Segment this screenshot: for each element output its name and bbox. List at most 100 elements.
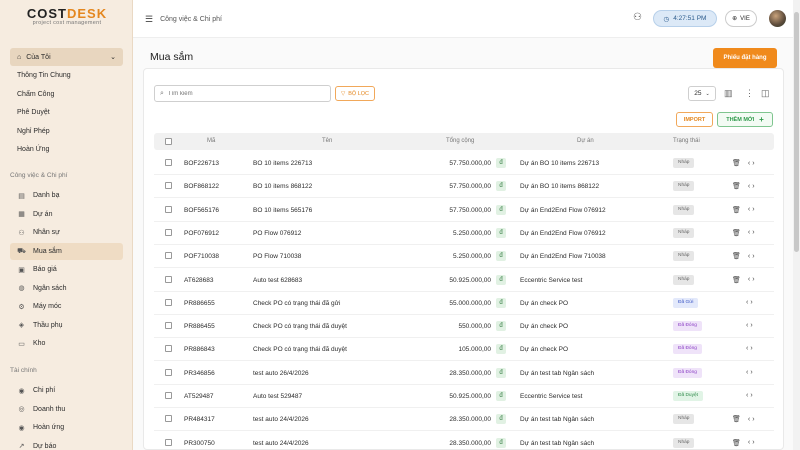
column-header-project[interactable]: Dự án: [577, 138, 594, 144]
row-checkbox[interactable]: [165, 368, 172, 376]
chevron-left-icon[interactable]: ‹: [746, 299, 748, 306]
filter-button[interactable]: ▽ BỘ LỌC: [335, 86, 375, 101]
avatar[interactable]: [769, 10, 786, 27]
row-checkbox[interactable]: [165, 438, 172, 446]
chevron-left-icon[interactable]: ‹: [748, 183, 750, 190]
table-row[interactable]: PR346856 test auto 26/4/2026 28.350.000,00…: [154, 362, 774, 385]
table-row[interactable]: BOF868122 BO 10 items 868122 57.750.000,00…: [154, 175, 774, 199]
chevron-right-icon[interactable]: ›: [750, 322, 752, 329]
search-input[interactable]: [167, 90, 318, 97]
sidebar-item-work-5[interactable]: ◍ Ngân sách: [10, 280, 123, 297]
language-selector[interactable]: ⊕ VIE: [725, 10, 757, 27]
chevron-right-icon[interactable]: ›: [750, 299, 752, 306]
sidebar-item-my-0[interactable]: Thông Tin Chung: [10, 67, 123, 84]
sidebar-item-my-1[interactable]: Chấm Công: [10, 86, 123, 103]
add-new-button[interactable]: THÊM MỚI +: [717, 112, 773, 127]
user-switch-icon[interactable]: ⚇: [633, 12, 642, 23]
sidebar-item-finance-1[interactable]: ◎ Doanh thu: [10, 401, 123, 418]
row-checkbox[interactable]: [165, 228, 172, 236]
row-checkbox[interactable]: [165, 182, 172, 190]
sidebar-item-work-3[interactable]: ⛟ Mua sắm: [10, 242, 123, 260]
select-all-checkbox[interactable]: [165, 138, 172, 145]
row-checkbox[interactable]: [165, 159, 172, 166]
page-scrollbar[interactable]: [793, 0, 800, 450]
cell-code[interactable]: PR484317: [184, 416, 215, 423]
column-header-total[interactable]: Tổng cộng: [446, 138, 474, 144]
chevron-right-icon[interactable]: ›: [752, 439, 754, 446]
scrollbar-thumb[interactable]: [794, 12, 799, 252]
table-row[interactable]: AT628683 Auto test 628683 50.925.000,00 đ Ec…: [154, 269, 774, 292]
menu-collapse-icon[interactable]: ☰: [145, 14, 153, 25]
table-row[interactable]: POF076912 PO Flow 076912 5.250.000,00 đ Dự á…: [154, 222, 774, 245]
column-header-code[interactable]: Mã: [207, 138, 215, 144]
table-row[interactable]: BOF226713 BO 10 items 226713 57.750.000,00…: [154, 152, 774, 175]
sidebar-item-work-0[interactable]: ▤ Danh bạ: [10, 187, 123, 204]
sidebar-item-work-2[interactable]: ⚇ Nhân sự: [10, 224, 123, 241]
cell-code[interactable]: BOF565176: [184, 207, 219, 214]
search-box[interactable]: ⌕: [154, 85, 331, 102]
sidebar-item-finance-3[interactable]: ↗ Dự báo: [10, 438, 123, 450]
chevron-left-icon[interactable]: ‹: [748, 439, 750, 446]
chevron-right-icon[interactable]: ›: [752, 416, 754, 423]
sidebar-item-my-4[interactable]: Hoàn Ứng: [10, 141, 123, 158]
cell-code[interactable]: BOF226713: [184, 160, 219, 167]
table-row[interactable]: POF710038 PO Flow 710038 5.250.000,00 đ Dự á…: [154, 245, 774, 269]
cell-code[interactable]: PR346856: [184, 370, 215, 377]
row-checkbox[interactable]: [165, 415, 172, 423]
cell-code[interactable]: AT529487: [184, 393, 214, 400]
sidebar-item-my-2[interactable]: Phê Duyệt: [10, 104, 123, 121]
sidebar-group-my[interactable]: ⌂ Của Tôi ⌄: [10, 48, 123, 66]
chevron-right-icon[interactable]: ›: [752, 160, 754, 167]
cell-code[interactable]: AT628683: [184, 277, 214, 284]
trash-icon[interactable]: 🗑: [732, 229, 741, 237]
chevron-left-icon[interactable]: ‹: [748, 160, 750, 167]
chevron-left-icon[interactable]: ‹: [748, 229, 750, 236]
purchase-order-button[interactable]: Phiếu đặt hàng: [713, 48, 777, 68]
chevron-right-icon[interactable]: ›: [752, 253, 754, 260]
chevron-right-icon[interactable]: ›: [750, 392, 752, 399]
table-row[interactable]: PR484317 test auto 24/4/2026 28.350.000,00…: [154, 408, 774, 432]
trash-icon[interactable]: 🗑: [732, 206, 741, 214]
row-checkbox[interactable]: [165, 345, 172, 353]
row-checkbox[interactable]: [165, 275, 172, 283]
app-logo[interactable]: COSTDESK project cost management: [22, 6, 112, 26]
chevron-left-icon[interactable]: ‹: [746, 345, 748, 352]
chevron-right-icon[interactable]: ›: [750, 345, 752, 352]
trash-icon[interactable]: 🗑: [732, 159, 741, 167]
split-view-icon[interactable]: ◫: [761, 88, 770, 99]
trash-icon[interactable]: 🗑: [732, 415, 741, 423]
table-row[interactable]: AT529487 Auto test 529487 50.925.000,00 đ Ec…: [154, 385, 774, 408]
sidebar-item-work-1[interactable]: ▦ Dự án: [10, 206, 123, 223]
sidebar-item-finance-0[interactable]: ◉ Chi phí: [10, 382, 123, 399]
sidebar-item-work-8[interactable]: ▭ Kho: [10, 335, 123, 352]
chevron-left-icon[interactable]: ‹: [746, 392, 748, 399]
sidebar-item-work-4[interactable]: ▣ Báo giá: [10, 261, 123, 278]
chevron-left-icon[interactable]: ‹: [748, 206, 750, 213]
chevron-left-icon[interactable]: ‹: [748, 416, 750, 423]
trash-icon[interactable]: 🗑: [732, 252, 741, 260]
cell-code[interactable]: BOF868122: [184, 183, 219, 190]
chevron-left-icon[interactable]: ‹: [748, 253, 750, 260]
table-row[interactable]: PR886455 Check PO có trạng thái đã duyệt 5…: [154, 315, 774, 339]
cell-code[interactable]: PR886455: [184, 323, 215, 330]
sidebar-item-work-6[interactable]: ⚙ Máy móc: [10, 298, 123, 315]
chevron-left-icon[interactable]: ‹: [748, 276, 750, 283]
chevron-right-icon[interactable]: ›: [752, 229, 754, 236]
chevron-left-icon[interactable]: ‹: [746, 369, 748, 376]
chevron-left-icon[interactable]: ‹: [746, 322, 748, 329]
row-checkbox[interactable]: [165, 392, 172, 399]
row-checkbox[interactable]: [165, 322, 172, 330]
chevron-right-icon[interactable]: ›: [750, 369, 752, 376]
sidebar-item-finance-2[interactable]: ◉ Hoàn ứng: [10, 419, 123, 436]
cell-code[interactable]: PR886655: [184, 300, 215, 307]
cell-code[interactable]: PR300750: [184, 440, 215, 447]
more-vertical-icon[interactable]: ⋮: [745, 88, 754, 99]
chevron-right-icon[interactable]: ›: [752, 183, 754, 190]
cell-code[interactable]: POF710038: [184, 253, 219, 260]
trash-icon[interactable]: 🗑: [732, 439, 741, 447]
columns-icon[interactable]: ▥: [724, 88, 733, 99]
column-header-name[interactable]: Tên: [322, 138, 332, 144]
table-row[interactable]: PR300750 test auto 24/4/2026 28.350.000,00…: [154, 432, 774, 450]
trash-icon[interactable]: 🗑: [732, 276, 741, 284]
row-checkbox[interactable]: [165, 298, 172, 306]
